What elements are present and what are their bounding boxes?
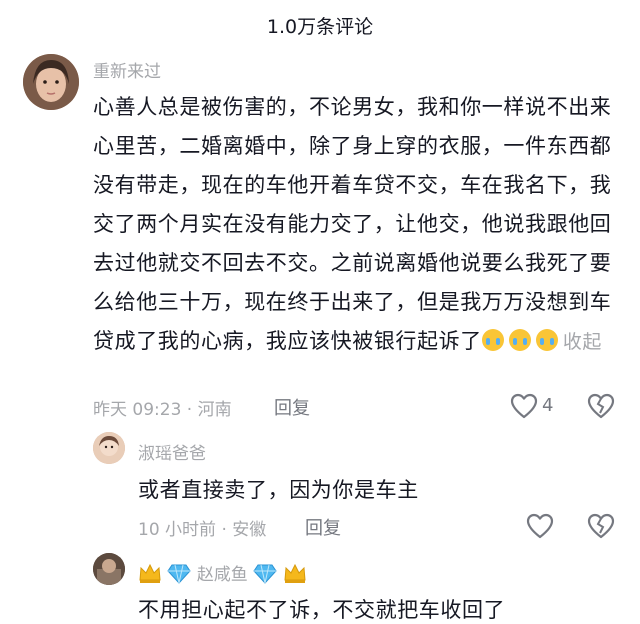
comment-count-title: 1.0万条评论 xyxy=(266,16,374,38)
avatar[interactable] xyxy=(23,54,79,110)
dislike-broken-heart-icon[interactable] xyxy=(587,393,615,423)
reply-text: 或者直接卖了，因为你是车主 xyxy=(138,478,419,502)
crying-face-emoji xyxy=(508,329,531,351)
reply-avatar[interactable] xyxy=(93,553,125,585)
reply-text: 不用担心起不了诉，不交就把车收回了 xyxy=(138,598,506,622)
comment-body: 心善人总是被伤害的，不论男女，我和你一样说不出来心里苦，二婚离婚中，除了身上穿的… xyxy=(93,95,612,353)
like-count: 4 xyxy=(542,395,554,416)
reply-username-row: 赵咸鱼 xyxy=(138,560,307,589)
reply-username[interactable]: 赵咸鱼 xyxy=(197,565,248,585)
reply-time-location: 10 小时前 · 安徽 xyxy=(138,520,267,540)
comments-header: 1.0万条评论 xyxy=(0,0,640,48)
crying-face-emoji xyxy=(535,329,558,351)
comment-text: 心善人总是被伤害的，不论男女，我和你一样说不出来心里苦，二婚离婚中，除了身上穿的… xyxy=(93,88,613,362)
collapse-link[interactable]: 收起 xyxy=(563,331,602,353)
dislike-broken-heart-icon[interactable] xyxy=(587,513,615,543)
crown-icon xyxy=(283,562,307,589)
diamond-icon xyxy=(167,562,192,589)
reply-button[interactable]: 回复 xyxy=(274,394,310,420)
comment-time-location: 昨天 09:23 · 河南 xyxy=(93,400,232,420)
comment-username[interactable]: 重新来过 xyxy=(93,57,161,82)
crown-icon xyxy=(138,562,162,589)
reply-username[interactable]: 淑瑶爸爸 xyxy=(138,439,206,464)
like-heart-icon[interactable] xyxy=(526,513,554,543)
reply-button[interactable]: 回复 xyxy=(305,514,341,540)
crying-face-emoji xyxy=(481,329,504,351)
diamond-icon xyxy=(253,562,277,589)
like-heart-icon[interactable] xyxy=(510,393,538,423)
reply-avatar[interactable] xyxy=(93,432,125,464)
